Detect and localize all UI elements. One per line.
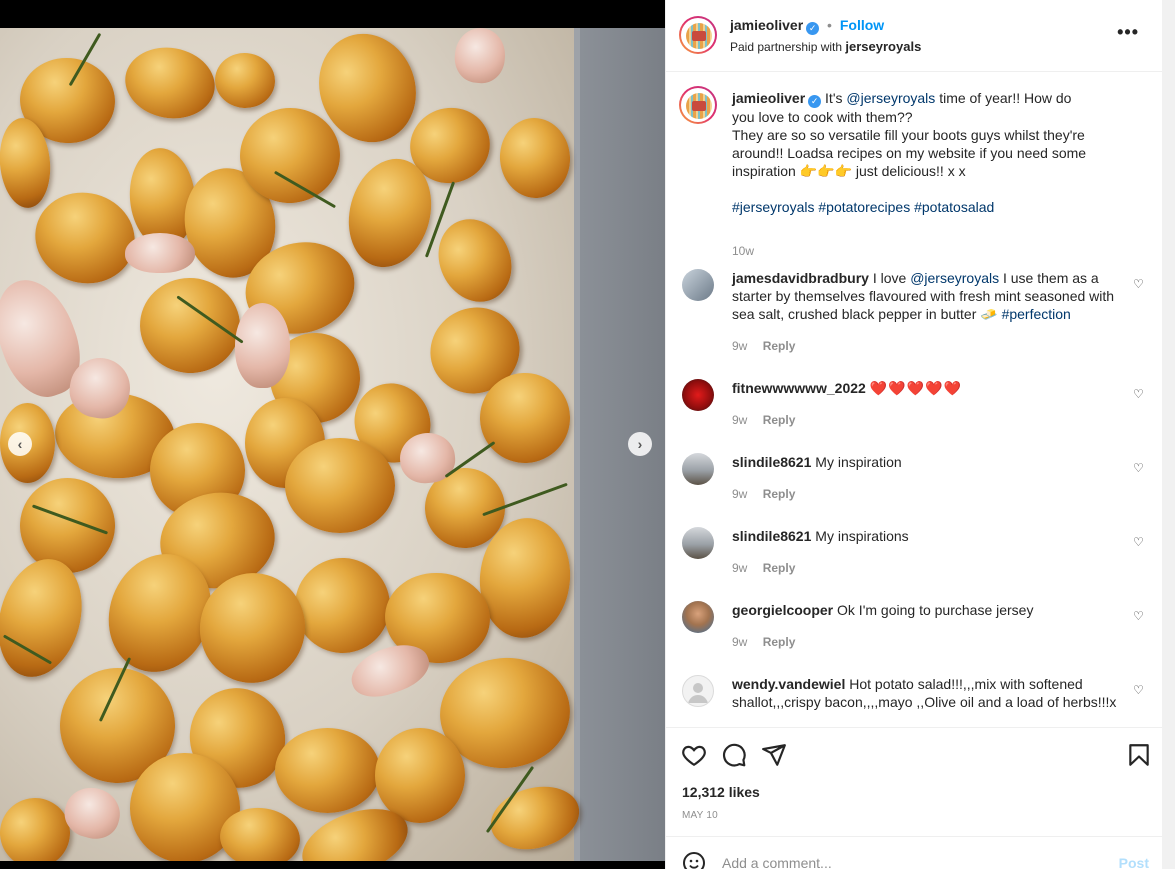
commenter-avatar[interactable]	[682, 453, 714, 485]
post-actions: 12,312 likes MAY 10	[666, 727, 1163, 836]
follow-button[interactable]: Follow	[840, 17, 884, 33]
like-comment-heart-icon[interactable]: ♡	[1133, 535, 1145, 549]
roasted-potato	[285, 438, 395, 533]
like-comment-heart-icon[interactable]: ♡	[1133, 277, 1145, 291]
comment-text: wendy.vandewiel Hot potato salad!!!,,,mi…	[732, 675, 1132, 711]
comment-age: 9w	[732, 413, 748, 427]
hashtag-link[interactable]: #perfection	[1002, 306, 1071, 322]
caption-username[interactable]: jamieoliver	[732, 90, 805, 106]
reply-button[interactable]: Reply	[763, 561, 796, 575]
commenter-username[interactable]: slindile8621	[732, 454, 811, 470]
comment-meta: 9w Reply	[732, 635, 807, 649]
carousel-prev-button[interactable]: ‹	[8, 432, 32, 456]
comment-text: fitnewwwwww_2022 ❤️❤️❤️❤️❤️	[732, 379, 1132, 397]
emoji-smiley-icon[interactable]	[682, 851, 706, 869]
garlic-clove	[125, 233, 195, 273]
save-bookmark-icon[interactable]	[1126, 742, 1152, 768]
jamie-oliver-logo	[686, 23, 712, 49]
garlic-clove	[235, 303, 290, 388]
media-bottom-bar	[0, 861, 665, 869]
comment-meta: 9w Reply	[732, 339, 807, 353]
likes-count[interactable]: 12,312 likes	[682, 784, 760, 800]
caption-avatar[interactable]	[679, 86, 717, 124]
caption-text: jamieoliver ✓ It's @jerseyroyals time of …	[732, 89, 1092, 180]
hashtag-link[interactable]: #potatosalad	[914, 199, 994, 215]
like-comment-heart-icon[interactable]: ♡	[1133, 461, 1145, 475]
separator-dot: •	[827, 17, 832, 33]
verified-badge-icon: ✓	[806, 22, 820, 35]
comments-list: jamieoliver ✓ It's @jerseyroyals time of …	[666, 73, 1163, 727]
commenter-username[interactable]: georgielcooper	[732, 602, 833, 618]
add-comment-bar: Add a comment... Post	[666, 836, 1163, 869]
comment-text: georgielcooper Ok I'm going to purchase …	[732, 601, 1132, 619]
comment-text-part: Ok I'm going to purchase jersey	[837, 602, 1034, 618]
comment-meta: 9w Reply	[732, 413, 807, 427]
comment-bubble-icon[interactable]	[721, 742, 747, 768]
comment-meta: 9w Reply	[732, 561, 807, 575]
reply-button[interactable]: Reply	[763, 635, 796, 649]
commenter-username[interactable]: wendy.vandewiel	[732, 676, 845, 692]
caption-hashtags: #jerseyroyals #potatorecipes #potatosala…	[732, 198, 1132, 216]
instagram-post-view: ‹ › jamieoliver ✓ • Follow Paid partnersh…	[0, 0, 1175, 869]
author-username[interactable]: jamieoliver	[730, 17, 803, 33]
post-header: jamieoliver ✓ • Follow Paid partnership w…	[666, 0, 1163, 72]
hashtag-link[interactable]: #potatorecipes	[818, 199, 910, 215]
carousel-next-button[interactable]: ›	[628, 432, 652, 456]
commenter-username[interactable]: jamesdavidbradbury	[732, 270, 869, 286]
verified-badge-icon: ✓	[808, 95, 822, 108]
commenter-avatar[interactable]	[682, 379, 714, 411]
comment-meta: 9w Reply	[732, 487, 807, 501]
comment-hearts: ❤️❤️❤️❤️❤️	[869, 380, 962, 396]
comment-age: 9w	[732, 487, 748, 501]
hashtag-link[interactable]: #jerseyroyals	[732, 199, 814, 215]
commenter-avatar[interactable]	[682, 269, 714, 301]
caption-age: 10w	[732, 244, 755, 258]
post-image[interactable]: ‹ ›	[0, 28, 665, 861]
caption-text-part: It's	[825, 90, 843, 106]
caption-meta: 10w	[732, 244, 766, 258]
comment-age: 9w	[732, 635, 748, 649]
commenter-avatar[interactable]	[682, 675, 714, 707]
caption-text-part: They are so so versatile fill your boots…	[732, 127, 1087, 179]
reply-button[interactable]: Reply	[763, 413, 796, 427]
comment-text-part: My inspirations	[815, 528, 909, 544]
post-comment-button[interactable]: Post	[1119, 855, 1149, 869]
commenter-username[interactable]: slindile8621	[732, 528, 811, 544]
like-comment-heart-icon[interactable]: ♡	[1133, 387, 1145, 401]
comment-text-part: My inspiration	[815, 454, 902, 470]
comment-text-part: I love	[872, 270, 907, 286]
author-avatar[interactable]	[679, 16, 717, 54]
default-avatar-icon	[688, 683, 708, 703]
add-comment-input[interactable]: Add a comment...	[722, 855, 832, 869]
like-heart-icon[interactable]	[681, 742, 707, 768]
comment-text: jamesdavidbradbury I love @jerseyroyals …	[732, 269, 1132, 323]
comment-age: 9w	[732, 561, 748, 575]
mention-link[interactable]: @jerseyroyals	[910, 270, 999, 286]
partnership-label: Paid partnership with	[730, 40, 843, 54]
post-side-panel: jamieoliver ✓ • Follow Paid partnership w…	[665, 0, 1163, 869]
window-scrollbar[interactable]	[1162, 0, 1175, 869]
jamie-oliver-logo	[686, 93, 712, 119]
commenter-avatar[interactable]	[682, 601, 714, 633]
commenter-avatar[interactable]	[682, 527, 714, 559]
comment-text: slindile8621 My inspirations	[732, 527, 1132, 545]
like-comment-heart-icon[interactable]: ♡	[1133, 683, 1145, 697]
commenter-username[interactable]: fitnewwwwww_2022	[732, 380, 866, 396]
mention-link[interactable]: @jerseyroyals	[846, 90, 935, 106]
more-options-icon[interactable]: •••	[1117, 22, 1139, 43]
roasted-potato	[375, 728, 465, 823]
comment-age: 9w	[732, 339, 748, 353]
reply-button[interactable]: Reply	[763, 487, 796, 501]
partner-link[interactable]: jerseyroyals	[845, 39, 921, 54]
media-top-bar	[0, 0, 665, 28]
share-paper-plane-icon[interactable]	[761, 742, 787, 768]
post-date: MAY 10	[682, 810, 718, 821]
reply-button[interactable]: Reply	[763, 339, 796, 353]
like-comment-heart-icon[interactable]: ♡	[1133, 609, 1145, 623]
roasted-potato	[275, 728, 380, 813]
comment-text: slindile8621 My inspiration	[732, 453, 1132, 471]
